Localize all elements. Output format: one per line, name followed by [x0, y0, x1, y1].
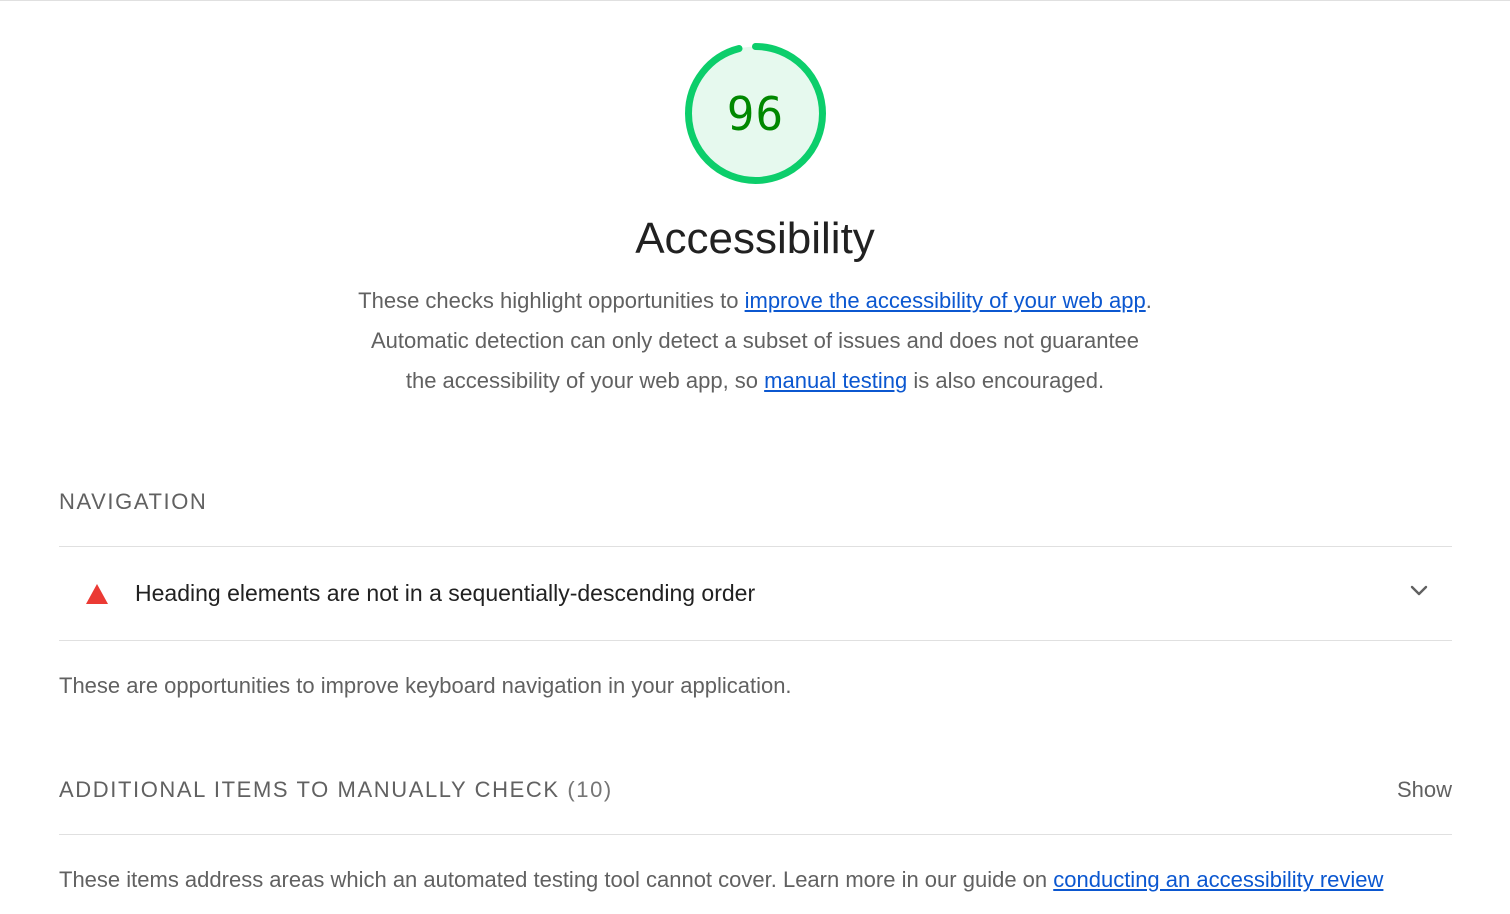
- manual-group-title: ADDITIONAL ITEMS TO MANUALLY CHECK (10): [59, 775, 613, 805]
- navigation-group-title: NAVIGATION: [59, 489, 208, 514]
- divider: [59, 546, 1452, 547]
- score-gauge[interactable]: 96: [682, 40, 829, 187]
- warning-triangle-icon: [86, 584, 108, 604]
- navigation-group-description: These are opportunities to improve keybo…: [59, 673, 792, 698]
- accessibility-guide-link[interactable]: improve the accessibility of your web ap…: [745, 288, 1146, 313]
- divider: [59, 834, 1452, 835]
- manual-group-count: (10): [567, 777, 613, 802]
- manual-group-description: These items address areas which an autom…: [59, 865, 1383, 895]
- description-text: is also encouraged.: [907, 368, 1105, 393]
- manual-description-text: These items address areas which an autom…: [59, 867, 1054, 892]
- accessibility-review-link[interactable]: conducting an accessibility review: [1053, 867, 1383, 892]
- description-text: These checks highlight opportunities to: [358, 288, 745, 313]
- manual-testing-link[interactable]: manual testing: [764, 368, 907, 393]
- divider: [59, 640, 1452, 641]
- top-divider: [0, 0, 1510, 1]
- chevron-down-icon[interactable]: [1410, 582, 1428, 600]
- manual-group-label: ADDITIONAL ITEMS TO MANUALLY CHECK: [59, 777, 560, 802]
- category-description: These checks highlight opportunities to …: [355, 281, 1155, 401]
- audit-title: Heading elements are not in a sequential…: [135, 580, 756, 606]
- show-manual-items-button[interactable]: Show: [1397, 775, 1452, 805]
- audit-heading-order[interactable]: Heading elements are not in a sequential…: [59, 548, 1452, 640]
- category-title: Accessibility: [635, 214, 875, 263]
- score-value: 96: [726, 86, 785, 141]
